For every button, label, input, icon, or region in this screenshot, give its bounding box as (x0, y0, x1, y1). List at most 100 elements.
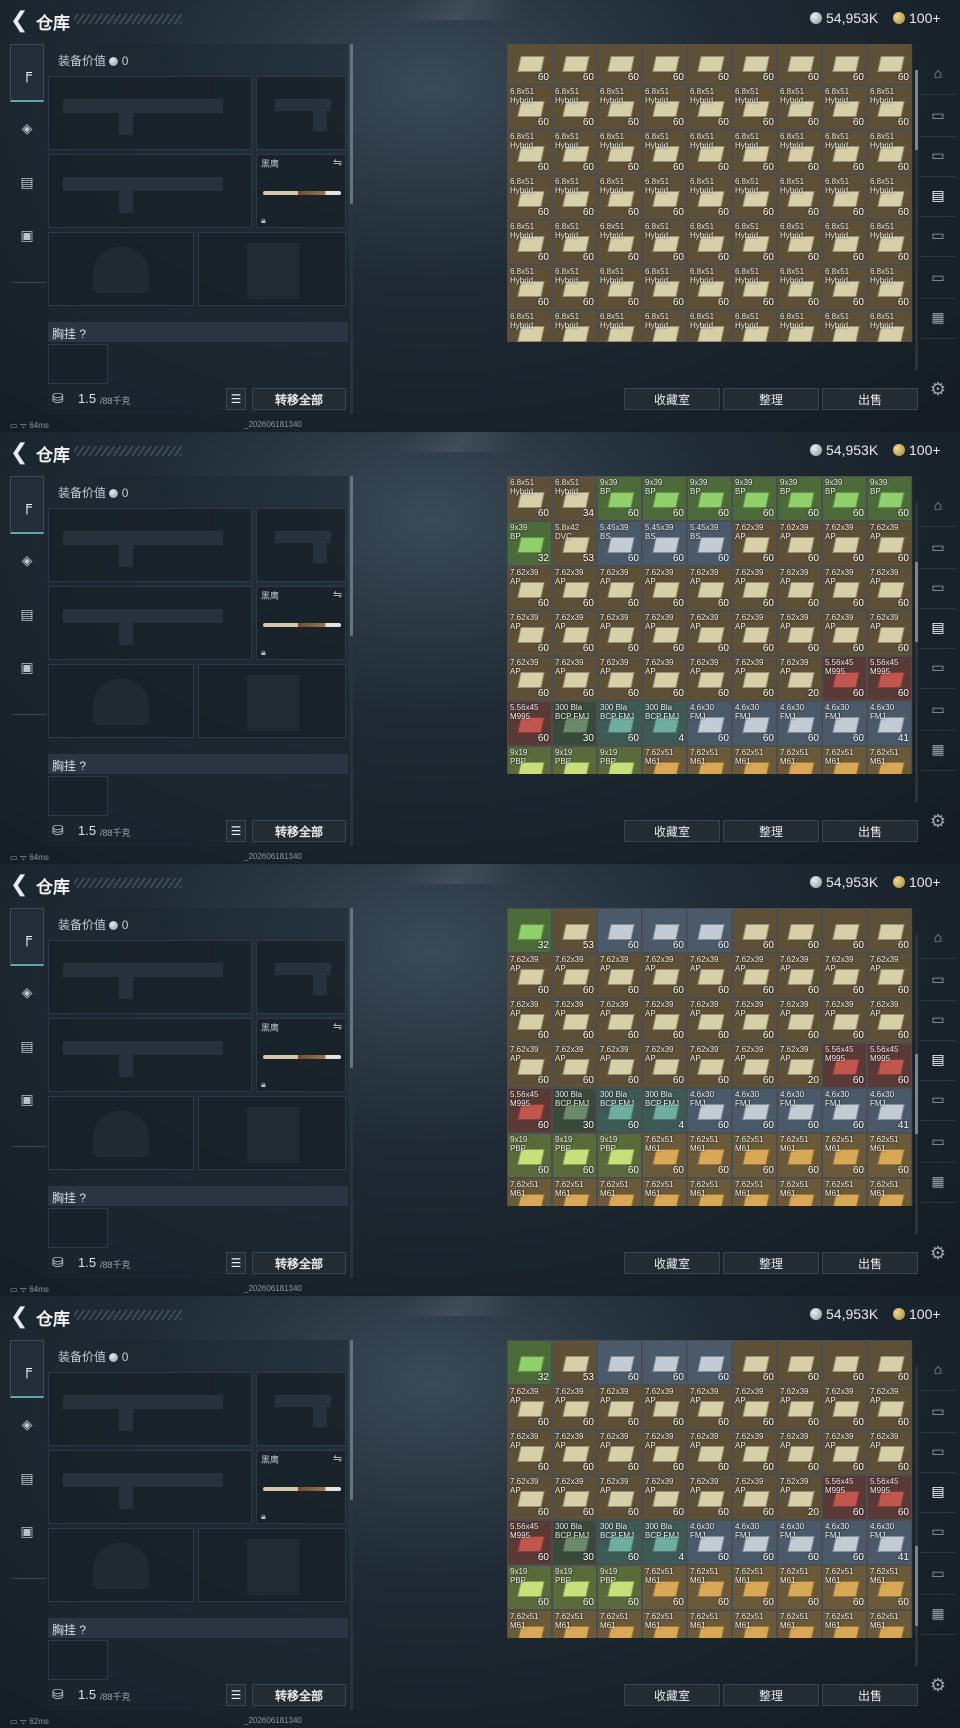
ammo-item[interactable]: 7.62x39 AP 60 (687, 611, 732, 656)
loadout-scrollbar[interactable] (350, 1340, 353, 1710)
ammo-item[interactable]: 60 (507, 44, 552, 85)
ammo-item[interactable]: 7.62x51 M6160 (822, 746, 867, 774)
ammo-item[interactable]: 9x19 PBP60 (552, 1133, 597, 1178)
ammo-item[interactable]: 6.8x51 Hybrid60 (597, 310, 642, 342)
ammo-item[interactable]: 60 (777, 44, 822, 85)
ammo-item[interactable]: 4.6x30 FMJ 60 (777, 1088, 822, 1133)
chest-rig-slot[interactable] (48, 1208, 108, 1248)
storage-page-1-icon[interactable]: ⌂ (926, 494, 950, 516)
ammo-item[interactable]: 7.62x39 AP 60 (597, 1385, 642, 1430)
ammo-item[interactable]: 7.62x51 M6160 (867, 1565, 912, 1610)
ammo-item[interactable]: 60 (777, 908, 822, 953)
ammo-item[interactable]: 9x39 BP 60 (867, 476, 912, 521)
sidebar-weapon-tab[interactable]: ╒ (10, 44, 44, 102)
secondary-weapon-slot[interactable] (48, 1450, 252, 1524)
secondary-weapon-slot[interactable] (48, 154, 252, 228)
ammo-item[interactable]: 9x19 PBP60 (507, 746, 552, 774)
ammo-item[interactable]: 60 (642, 1340, 687, 1385)
gold-balance[interactable]: 100+ (893, 1306, 941, 1322)
storage-page-2-icon[interactable]: ▭ (926, 968, 950, 990)
ammo-item[interactable]: 7.62x39 AP 60 (732, 953, 777, 998)
storage-page-2-icon[interactable]: ▭ (926, 1400, 950, 1422)
ammo-item[interactable]: 7.62x39 AP 60 (777, 521, 822, 566)
gear-icon[interactable]: ⚙ (926, 1674, 950, 1696)
ammo-item[interactable]: 6.8x51 Hybrid60 (822, 310, 867, 342)
ammo-item[interactable]: 7.62x39 AP 60 (552, 1385, 597, 1430)
ammo-item[interactable]: 4.6x30 FMJ 60 (822, 701, 867, 746)
ammo-item[interactable]: 7.62x39 AP 60 (687, 953, 732, 998)
gold-balance[interactable]: 100+ (893, 10, 941, 26)
ammo-item[interactable]: 6.8x51 Hybrid60 (777, 310, 822, 342)
ammo-item[interactable]: 5.56x45 M995 60 (867, 656, 912, 701)
melee-slot[interactable]: 黑鹰 ⇋ 🔒︎ (256, 586, 346, 660)
loadout-scrollbar[interactable] (350, 44, 353, 414)
ammo-item[interactable]: 60 (732, 44, 777, 85)
primary-weapon-slot[interactable] (48, 1372, 252, 1446)
ammo-item[interactable]: 6.8x51 Hybrid60 (642, 130, 687, 175)
ammo-item[interactable]: 60 (552, 44, 597, 85)
ammo-item[interactable]: 7.62x51 M6160 (867, 1133, 912, 1178)
storage-page-2-icon[interactable]: ▭ (926, 536, 950, 558)
ammo-item[interactable]: 7.62x51 M6160 (732, 1610, 777, 1638)
ammo-item[interactable]: 7.62x39 AP 60 (597, 566, 642, 611)
ammo-item[interactable]: 7.62x51 M6160 (507, 1178, 552, 1206)
ammo-item[interactable]: 300 Bla BCP FMJ 60 (597, 1088, 642, 1133)
ammo-item[interactable]: 60 (597, 908, 642, 953)
storage-page-5-icon[interactable]: ▭ (926, 656, 950, 678)
storage-page-5-icon[interactable]: ▭ (926, 1088, 950, 1110)
ammo-item[interactable]: 6.8x51 Hybrid60 (642, 310, 687, 342)
storage-page-1-icon[interactable]: ⌂ (926, 926, 950, 948)
ammo-item[interactable]: 6.8x51 Hybrid60 (687, 85, 732, 130)
ammo-item[interactable]: 7.62x39 AP 60 (507, 1385, 552, 1430)
pistol-slot[interactable] (256, 508, 346, 582)
ammo-item[interactable]: 7.62x39 AP 60 (822, 1430, 867, 1475)
ammo-item[interactable]: 7.62x39 AP 60 (552, 1430, 597, 1475)
ammo-item[interactable]: 7.62x39 AP 60 (552, 611, 597, 656)
ammo-item[interactable]: 7.62x39 AP 60 (642, 656, 687, 701)
ammo-item[interactable]: 7.62x51 M6160 (507, 1610, 552, 1638)
ammo-item[interactable]: 7.62x51 M6160 (867, 1178, 912, 1206)
ammo-item[interactable]: 6.8x51 Hybrid60 (552, 265, 597, 310)
ammo-item[interactable]: 7.62x51 M6160 (687, 1133, 732, 1178)
back-arrow-icon[interactable]: ❮ (10, 872, 28, 896)
storage-scrollbar[interactable] (915, 70, 918, 370)
storage-page-6-icon[interactable]: ▭ (926, 1130, 950, 1152)
sidebar-bag-tab[interactable]: ▤ (12, 168, 42, 196)
primary-weapon-slot[interactable] (48, 508, 252, 582)
ammo-item[interactable]: 7.62x39 AP 60 (552, 1043, 597, 1088)
ammo-item[interactable]: 7.62x51 M6160 (642, 1565, 687, 1610)
ammo-item[interactable]: 60 (822, 44, 867, 85)
ammo-item[interactable]: 7.62x39 AP 60 (597, 953, 642, 998)
loadout-scrollbar[interactable] (350, 908, 353, 1278)
ammo-item[interactable]: 6.8x51 Hybrid60 (732, 310, 777, 342)
storage-page-4-icon[interactable]: ▤ (926, 184, 950, 206)
ammo-item[interactable]: 7.62x51 M6160 (687, 1178, 732, 1206)
primary-weapon-slot[interactable] (48, 940, 252, 1014)
ammo-item[interactable]: 9x19 PBP60 (597, 1133, 642, 1178)
ammo-item[interactable]: 7.62x39 AP 60 (507, 953, 552, 998)
ammo-item[interactable]: 6.8x51 Hybrid60 (687, 220, 732, 265)
sidebar-case-tab[interactable]: ▣ (12, 653, 42, 681)
ammo-item[interactable]: 6.8x51 Hybrid60 (777, 130, 822, 175)
melee-slot[interactable]: 黑鹰 ⇋ 🔒︎ (256, 154, 346, 228)
swap-icon[interactable]: ⇋ (333, 1452, 342, 1465)
ammo-item[interactable]: 60 (732, 908, 777, 953)
ammo-item[interactable]: 5.56x45 M995 60 (822, 656, 867, 701)
ammo-item[interactable]: 6.8x51 Hybrid60 (822, 265, 867, 310)
ammo-item[interactable]: 6.8x51 Hybrid60 (777, 265, 822, 310)
storage-page-1-icon[interactable]: ⌂ (926, 62, 950, 84)
ammo-item[interactable]: 4.6x30 FMJ 60 (777, 701, 822, 746)
ammo-item[interactable]: 7.62x39 AP 60 (732, 1475, 777, 1520)
ammo-item[interactable]: 7.62x39 AP 60 (867, 998, 912, 1043)
storage-page-6-icon[interactable]: ▭ (926, 1562, 950, 1584)
sidebar-case-tab[interactable]: ▣ (12, 1085, 42, 1113)
transfer-all-button[interactable]: 转移全部 (252, 1252, 346, 1274)
ammo-item[interactable]: 6.8x51 Hybrid60 (732, 220, 777, 265)
sell-button[interactable]: 出售 (822, 1252, 918, 1274)
ammo-item[interactable]: 6.8x51 Hybrid60 (597, 175, 642, 220)
ammo-item[interactable]: 7.62x39 AP 60 (642, 611, 687, 656)
ammo-item[interactable]: 7.62x51 M6160 (777, 1133, 822, 1178)
sidebar-case-tab[interactable]: ▣ (12, 221, 42, 249)
ammo-item[interactable]: 6.8x51 Hybrid60 (552, 85, 597, 130)
ammo-item[interactable]: 7.62x39 AP 60 (642, 566, 687, 611)
